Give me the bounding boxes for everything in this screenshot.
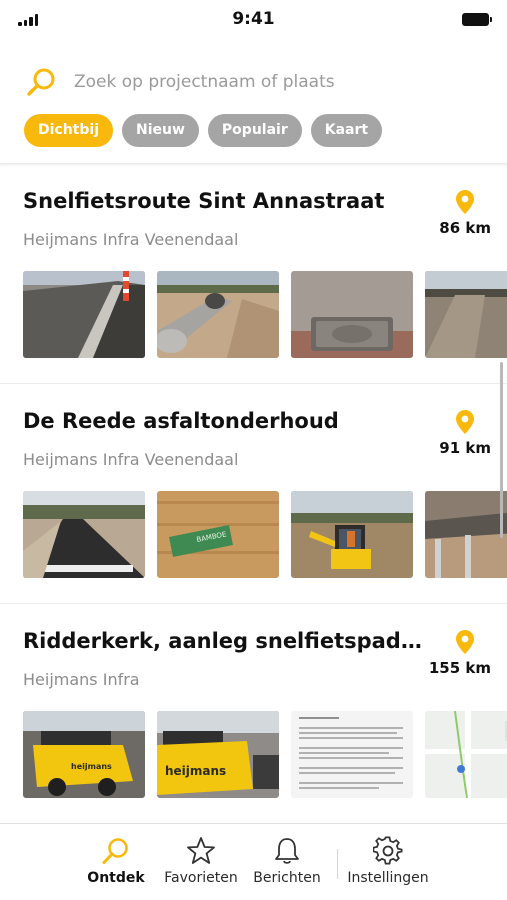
location-pin-icon xyxy=(456,190,474,214)
document-page-photo[interactable] xyxy=(291,711,413,798)
road-works-photo[interactable] xyxy=(425,271,507,358)
filter-chip-nieuw[interactable]: Nieuw xyxy=(122,114,199,147)
location-pin-icon xyxy=(456,630,474,654)
steel-structure-photo[interactable] xyxy=(425,491,507,578)
tab-bar: Ontdek Favorieten Berichten Instellingen xyxy=(0,823,507,900)
project-title: Snelfietsroute Sint Annastraat xyxy=(23,189,385,213)
project-contractor: Heijmans Infra Veenendaal xyxy=(23,230,239,249)
gear-icon xyxy=(373,836,403,865)
tab-favorieten[interactable]: Favorieten xyxy=(159,824,243,900)
battery-icon xyxy=(462,13,492,26)
project-contractor: Heijmans Infra xyxy=(23,670,140,689)
list-scrollbar[interactable] xyxy=(500,362,503,538)
heijmans-paver-closeup-photo[interactable]: heijmans xyxy=(157,711,279,798)
tab-label: Berichten xyxy=(253,870,321,886)
photo-strip[interactable]: BAMBOE xyxy=(23,491,507,578)
bamboo-board-photo[interactable]: BAMBOE xyxy=(157,491,279,578)
photo-strip[interactable]: heijmans heijmans xyxy=(23,711,507,798)
search-icon xyxy=(102,838,128,864)
bell-icon xyxy=(275,838,299,864)
heijmans-asphalt-paver-photo[interactable]: heijmans xyxy=(23,711,145,798)
concrete-pipes-sand-photo[interactable] xyxy=(157,271,279,358)
tab-label: Ontdek xyxy=(87,870,145,886)
heijmans-logo-text: heijmans xyxy=(71,762,112,771)
status-time: 9:41 xyxy=(232,9,275,29)
filter-chips: Dichtbij Nieuw Populair Kaart xyxy=(24,114,383,147)
tab-instellingen[interactable]: Instellingen xyxy=(342,824,434,900)
mini-excavator-photo[interactable] xyxy=(291,491,413,578)
paving-manhole-photo[interactable] xyxy=(291,271,413,358)
photo-strip[interactable] xyxy=(23,271,507,358)
project-list[interactable]: Snelfietsroute Sint Annastraat Heijmans … xyxy=(0,163,507,821)
project-card[interactable]: De Reede asfaltonderhoud Heijmans Infra … xyxy=(0,384,507,604)
project-title: Ridderkerk, aanleg snelfietspad Ring... xyxy=(23,629,423,653)
status-bar: 9:41 xyxy=(0,0,507,44)
project-title: De Reede asfaltonderhoud xyxy=(23,409,339,433)
road-curb-construction-photo[interactable] xyxy=(23,271,145,358)
heijmans-logo-text: heijmans xyxy=(165,764,226,778)
project-card[interactable]: Snelfietsroute Sint Annastraat Heijmans … xyxy=(0,164,507,384)
search-input[interactable] xyxy=(74,66,474,98)
search-bar xyxy=(24,62,484,102)
tab-label: Favorieten xyxy=(164,870,238,886)
project-card[interactable]: Ridderkerk, aanleg snelfietspad Ring... … xyxy=(0,604,507,821)
location-pin-icon xyxy=(456,410,474,434)
filter-chip-dichtbij[interactable]: Dichtbij xyxy=(24,114,113,147)
filter-chip-kaart[interactable]: Kaart xyxy=(310,114,383,147)
map-screenshot-photo[interactable] xyxy=(425,711,507,798)
new-asphalt-cycle-path-photo[interactable] xyxy=(23,491,145,578)
tab-divider xyxy=(337,849,338,879)
filter-chip-populair[interactable]: Populair xyxy=(207,114,302,147)
tab-label: Instellingen xyxy=(347,870,429,886)
project-distance: 155 km xyxy=(428,659,491,677)
star-icon xyxy=(187,837,215,864)
tab-berichten[interactable]: Berichten xyxy=(246,824,328,900)
search-icon xyxy=(27,68,55,96)
project-contractor: Heijmans Infra Veenendaal xyxy=(23,450,239,469)
tab-ontdek[interactable]: Ontdek xyxy=(76,824,156,900)
project-distance: 86 km xyxy=(439,219,491,237)
project-distance: 91 km xyxy=(439,439,491,457)
